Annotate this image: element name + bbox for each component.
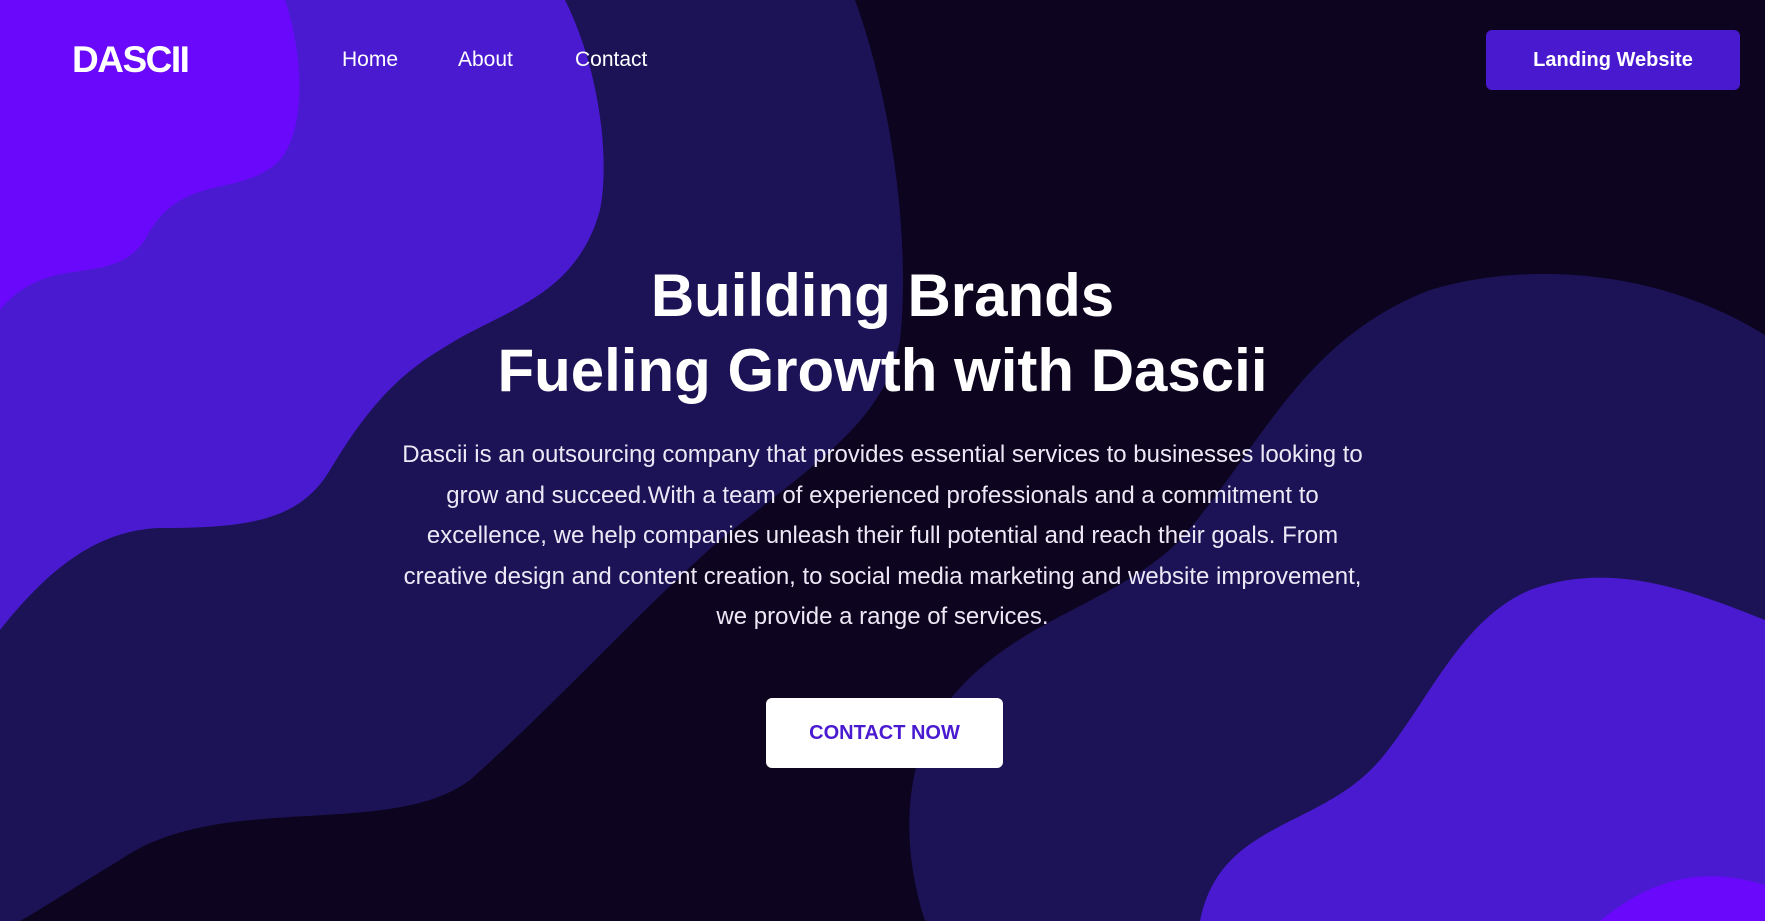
hero-title-line-2: Fueling Growth with Dascii xyxy=(497,337,1268,404)
contact-now-button[interactable]: CONTACT NOW xyxy=(766,698,1003,768)
landing-page: DASCII Home About Contact Landing Websit… xyxy=(0,0,1765,921)
hero-section: Building Brands Fueling Growth with Dasc… xyxy=(0,258,1765,638)
landing-website-button[interactable]: Landing Website xyxy=(1486,30,1740,90)
hero-title-line-1: Building Brands xyxy=(650,262,1115,329)
brand-logo[interactable]: DASCII xyxy=(72,39,190,81)
top-navbar: DASCII Home About Contact Landing Websit… xyxy=(0,0,1765,120)
nav-link-contact[interactable]: Contact xyxy=(575,47,647,73)
hero-description: Dascii is an outsourcing company that pr… xyxy=(402,441,1363,630)
nav-link-about[interactable]: About xyxy=(458,47,513,73)
nav-link-home[interactable]: Home xyxy=(342,47,398,73)
hero-title: Building Brands Fueling Growth with Dasc… xyxy=(0,258,1765,408)
